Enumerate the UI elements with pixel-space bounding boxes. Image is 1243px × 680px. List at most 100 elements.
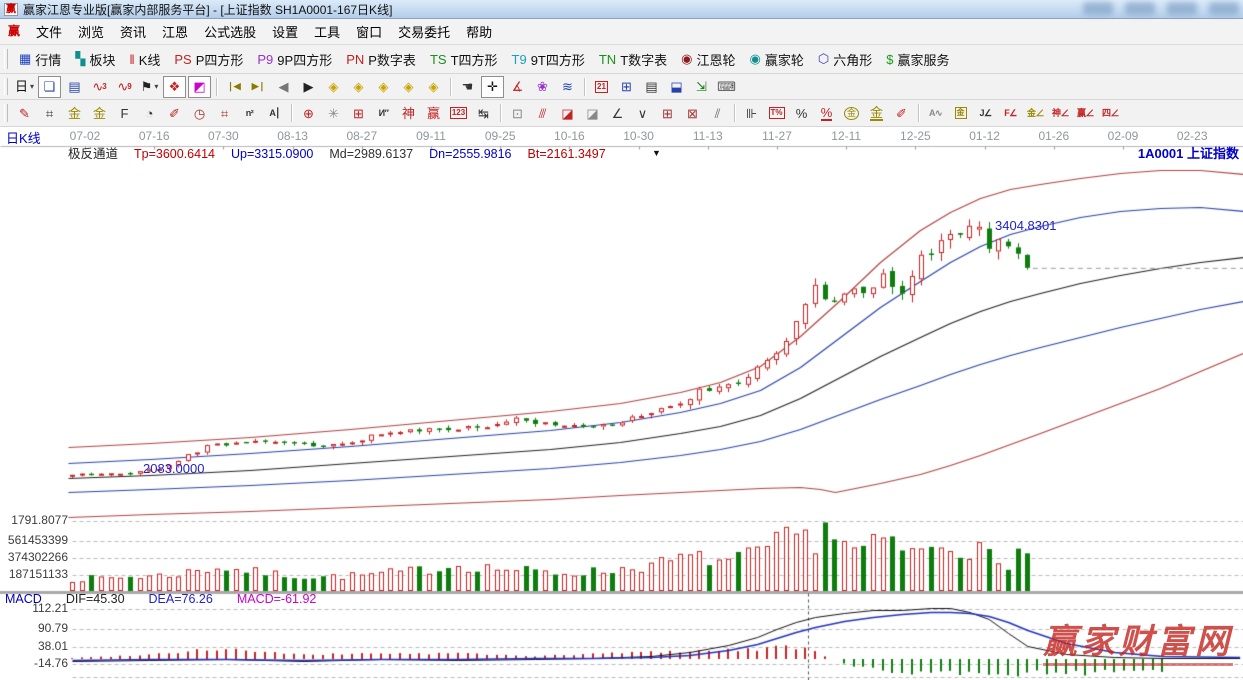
percent-tool[interactable]: % xyxy=(790,102,813,124)
expand-x-button[interactable]: ◈ xyxy=(347,76,370,98)
si-angle-tool[interactable]: 四∠ xyxy=(1099,102,1122,124)
fan-box-tool[interactable]: ◪ xyxy=(556,102,579,124)
menu-item[interactable]: 资讯 xyxy=(112,18,154,45)
9p-square-button[interactable]: P99P四方形 xyxy=(250,47,339,71)
gann-box-button[interactable]: ❖ xyxy=(163,76,186,98)
gold-grid2-tool[interactable]: 金 xyxy=(88,102,111,124)
fan-lines-tool[interactable]: ⫻ xyxy=(531,102,554,124)
red-grid-tool[interactable]: ⊞ xyxy=(656,102,679,124)
ying-angle-tool[interactable]: 赢∠ xyxy=(1074,102,1097,124)
wave-tool-button[interactable]: ≋ xyxy=(556,76,579,98)
menu-item[interactable]: 工具 xyxy=(306,18,348,45)
calendar-button[interactable]: 21 xyxy=(590,76,613,98)
quotes-button[interactable]: ▦行情 xyxy=(12,47,68,71)
winner-wheel-button[interactable]: ◉赢家轮 xyxy=(743,47,811,71)
a-wave-tool[interactable]: A∿ xyxy=(924,102,947,124)
ink-brush-tool[interactable]: ✐ xyxy=(890,102,913,124)
p-square-button[interactable]: PSP四方形 xyxy=(167,47,250,71)
f-angle-tool[interactable]: F∠ xyxy=(999,102,1022,124)
radial-web-tool[interactable]: ✳ xyxy=(322,102,345,124)
red-grid2-tool[interactable]: ⊠ xyxy=(681,102,704,124)
t-square-button[interactable]: TST四方形 xyxy=(423,47,505,71)
angle-tool-button[interactable]: ∡ xyxy=(506,76,529,98)
gold-angle-tool[interactable]: 金∠ xyxy=(1024,102,1047,124)
fan-box-gray-tool[interactable]: ◪ xyxy=(581,102,604,124)
first-bar-button[interactable]: ❘◀ xyxy=(222,76,245,98)
compass-pen-tool[interactable]: ✎ xyxy=(13,102,36,124)
gold-grid-tool[interactable]: 金 xyxy=(63,102,86,124)
winner-service-button[interactable]: $赢家服务 xyxy=(879,47,956,71)
calculator-button[interactable]: ⊞ xyxy=(615,76,638,98)
hand-tool-button[interactable]: ☚ xyxy=(456,76,479,98)
parallel-lines-tool[interactable]: ⫽ xyxy=(706,102,729,124)
a-channel-tool[interactable]: A⎮ xyxy=(263,102,286,124)
menu-item[interactable]: 帮助 xyxy=(458,18,500,45)
pc-data-button[interactable]: ⌨ xyxy=(715,76,738,98)
next-bar-button[interactable]: ▶ xyxy=(297,76,320,98)
wave-9-button[interactable]: ∿9 xyxy=(113,76,136,98)
price-ladder-tool[interactable]: ⊪ xyxy=(740,102,763,124)
fit-y-button[interactable]: ◈ xyxy=(397,76,420,98)
shen-tool[interactable]: 神 xyxy=(397,102,420,124)
p-table-button[interactable]: PNP数字表 xyxy=(339,47,423,71)
zoom-view-button[interactable]: ❏ xyxy=(38,76,61,98)
menu-item[interactable]: 设置 xyxy=(264,18,306,45)
width-gauge-tool[interactable]: ↹ xyxy=(472,102,495,124)
last-bar-button[interactable]: ▶❘ xyxy=(247,76,270,98)
color-chart-button[interactable]: ◩ xyxy=(188,76,211,98)
zigzag-tool[interactable]: ∨ xyxy=(631,102,654,124)
f-grid-tool[interactable]: F xyxy=(113,102,136,124)
gold-circle-tool[interactable]: 金 xyxy=(840,102,863,124)
period-day-dropdown[interactable]: 日▾ xyxy=(13,76,36,98)
flag-dropdown[interactable]: ⚑▾ xyxy=(138,76,161,98)
square-web-tool[interactable]: ⊞ xyxy=(347,102,370,124)
window-control-button[interactable] xyxy=(1083,2,1113,15)
toolbar-grip[interactable] xyxy=(4,78,8,96)
9t-square-button[interactable]: T99T四方形 xyxy=(505,47,592,71)
k-mark-tool[interactable]: И″ xyxy=(372,102,395,124)
angle-rays-tool[interactable]: ∠ xyxy=(606,102,629,124)
j-angle-tool[interactable]: J∠ xyxy=(974,102,997,124)
menu-item[interactable]: 文件 xyxy=(28,18,70,45)
gold-line-tool[interactable]: 金 xyxy=(865,102,888,124)
window-control-button[interactable] xyxy=(1125,2,1155,15)
spiral-tool[interactable]: ◔ xyxy=(138,102,161,124)
fit-all-button[interactable]: ◈ xyxy=(422,76,445,98)
menu-item[interactable]: 窗口 xyxy=(348,18,390,45)
ying-tool[interactable]: 赢 xyxy=(422,102,445,124)
n-square-tool[interactable]: n² xyxy=(238,102,261,124)
t-percent-tool[interactable]: T% xyxy=(765,102,788,124)
ruler-123-tool[interactable]: 123 xyxy=(447,102,470,124)
kline-button[interactable]: ‖K线 xyxy=(122,47,167,71)
toolbar-grip[interactable] xyxy=(4,104,8,122)
circle-cross-tool[interactable]: ⊕ xyxy=(297,102,320,124)
gann-flower-button[interactable]: ❀ xyxy=(531,76,554,98)
gann-grid-tool[interactable]: ⌗ xyxy=(38,102,61,124)
prev-bar-button[interactable]: ◀ xyxy=(272,76,295,98)
export-button[interactable]: ⇲ xyxy=(690,76,713,98)
price-grid-tool[interactable]: ⌗ xyxy=(213,102,236,124)
gann-wheel-button[interactable]: ◉江恩轮 xyxy=(674,47,742,71)
menu-item[interactable]: 公式选股 xyxy=(196,18,264,45)
toolbar-grip[interactable] xyxy=(4,49,8,69)
menu-item[interactable]: 浏览 xyxy=(70,18,112,45)
f10-info-button[interactable]: ▤ xyxy=(63,76,86,98)
window-control-button[interactable] xyxy=(1209,2,1239,15)
hexagon-button[interactable]: ⬡六角形 xyxy=(811,47,879,71)
sectors-button[interactable]: ▚板块 xyxy=(68,47,122,71)
wave-3-button[interactable]: ∿3 xyxy=(88,76,111,98)
t-table-button[interactable]: TNT数字表 xyxy=(592,47,674,71)
window-control-button[interactable] xyxy=(1167,2,1197,15)
select-rect-tool[interactable]: ⊡ xyxy=(506,102,529,124)
percent-line-tool[interactable]: % xyxy=(815,102,838,124)
fit-x-button[interactable]: ◈ xyxy=(372,76,395,98)
gold-box-tool[interactable]: 金 xyxy=(949,102,972,124)
time-cycle-tool[interactable]: ◷ xyxy=(188,102,211,124)
shen-angle-tool[interactable]: 神∠ xyxy=(1049,102,1072,124)
crosshair-tool-button[interactable]: ✛ xyxy=(481,76,504,98)
save-button[interactable]: ⬓ xyxy=(665,76,688,98)
memo-button[interactable]: ▤ xyxy=(640,76,663,98)
kline-chart-canvas[interactable] xyxy=(0,127,1243,680)
brush-tool[interactable]: ✐ xyxy=(163,102,186,124)
menu-item[interactable]: 交易委托 xyxy=(390,18,458,45)
